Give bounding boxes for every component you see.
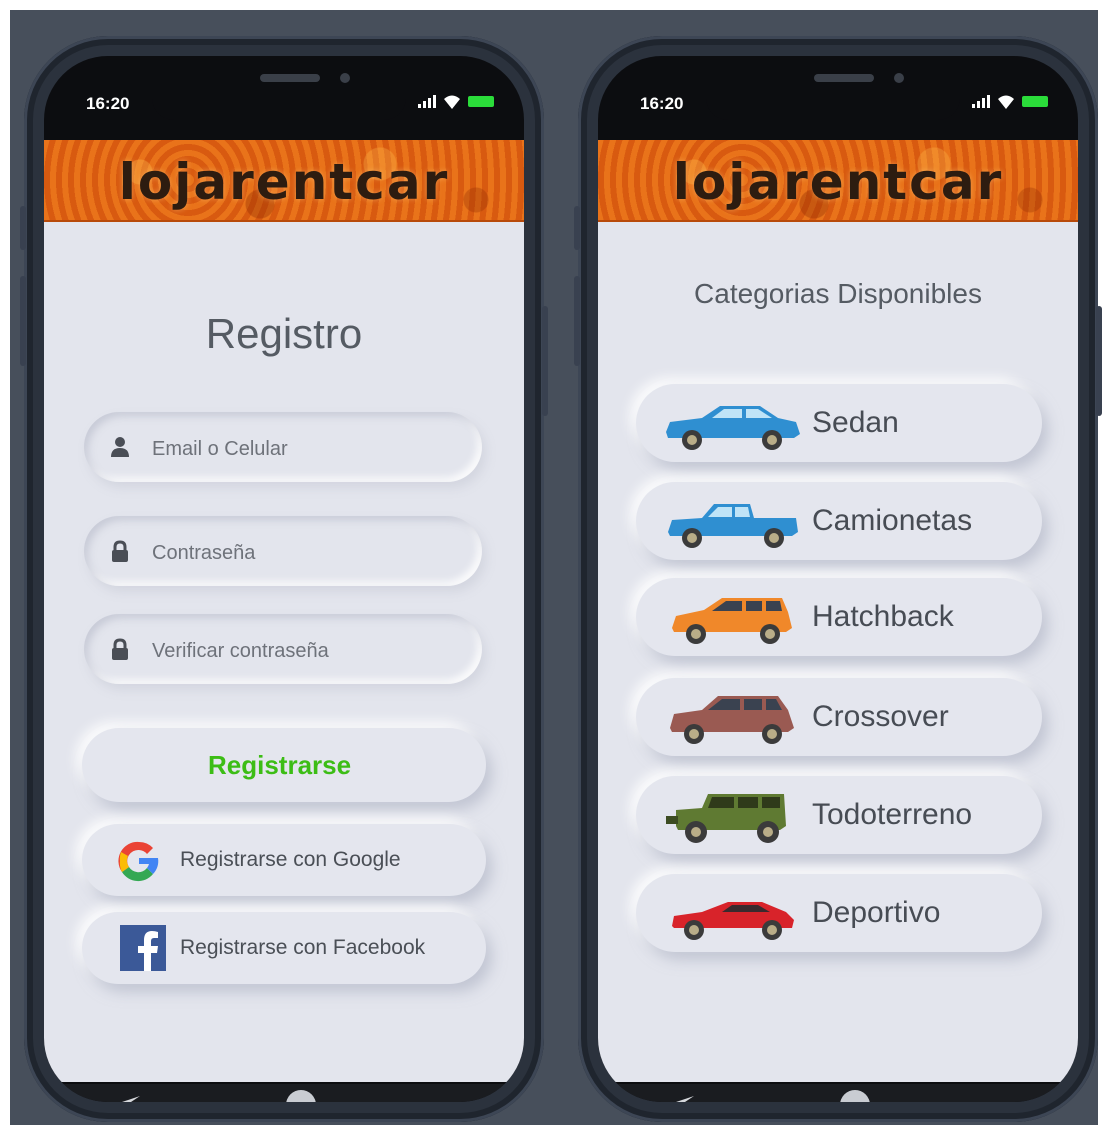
category-camionetas[interactable]: Camionetas	[636, 482, 1042, 560]
category-crossover[interactable]: Crossover	[636, 678, 1042, 756]
navigation-bar	[598, 1084, 1078, 1102]
google-register-label: Registrarse con Google	[180, 848, 401, 871]
system-icons	[418, 92, 498, 112]
phone-categories: 16:20 lojarentcar Categorias Disponibles	[574, 36, 1102, 1122]
phone-side-button	[20, 276, 26, 366]
brand-logo: lojarentcar	[118, 153, 450, 211]
signal-icon	[972, 94, 990, 108]
category-label: Deportivo	[812, 896, 941, 929]
verify-password-input[interactable]	[150, 639, 454, 664]
phone-side-button	[1096, 306, 1102, 416]
category-deportivo[interactable]: Deportivo	[636, 874, 1042, 952]
hatchback-car-icon	[672, 598, 792, 644]
navigation-bar	[44, 1084, 524, 1102]
notch	[152, 56, 406, 120]
sedan-car-icon	[666, 406, 800, 450]
register-screen: Registro Registrarse	[44, 222, 524, 1082]
verify-password-field[interactable]	[84, 614, 482, 684]
facebook-register-label: Registrarse con Facebook	[180, 936, 426, 959]
password-field[interactable]	[84, 516, 482, 586]
camera	[340, 73, 350, 83]
phone-screen: 16:20 lojarentcar Categorias Disponibles	[598, 56, 1078, 1102]
offroad-car-icon	[666, 794, 786, 843]
background: 16:20 lojarentcar Registro Email o Celul…	[10, 10, 1102, 1125]
app-header: lojarentcar	[598, 140, 1078, 222]
register-button-label: Registrarse	[208, 750, 352, 780]
pickup-truck-icon	[668, 504, 798, 548]
wifi-icon	[444, 95, 460, 109]
brand-logo: lojarentcar	[672, 153, 1004, 211]
sports-car-icon	[672, 902, 794, 940]
home-button[interactable]	[840, 1090, 870, 1102]
password-input[interactable]	[150, 541, 454, 566]
email-field[interactable]	[84, 412, 482, 482]
battery-icon	[468, 96, 494, 107]
status-time: 16:20	[640, 94, 684, 113]
facebook-register-button[interactable]: Registrarse con Facebook	[82, 912, 486, 984]
category-label: Camionetas	[812, 504, 973, 537]
speaker	[814, 74, 874, 82]
battery-icon	[1022, 96, 1048, 107]
status-bar: 16:20	[598, 56, 1078, 120]
phone-screen: 16:20 lojarentcar Registro Email o Celul…	[44, 56, 524, 1102]
crossover-car-icon	[670, 696, 794, 744]
speaker	[260, 74, 320, 82]
category-sedan[interactable]: Sedan	[636, 384, 1042, 462]
status-bar: 16:20	[44, 56, 524, 120]
user-icon	[111, 437, 129, 457]
app-header: lojarentcar	[44, 140, 524, 222]
page-title: Categorias Disponibles	[694, 278, 982, 309]
lock-icon	[112, 540, 128, 562]
category-label: Crossover	[812, 700, 949, 733]
camera	[894, 73, 904, 83]
phone-side-button	[574, 206, 580, 250]
system-icons	[972, 92, 1052, 112]
facebook-icon	[120, 925, 166, 971]
lock-icon	[112, 638, 128, 660]
wifi-icon	[998, 95, 1014, 109]
category-label: Sedan	[812, 406, 899, 439]
google-register-button[interactable]: Registrarse con Google	[82, 824, 486, 896]
category-todoterreno[interactable]: Todoterreno	[636, 776, 1042, 854]
email-input[interactable]	[150, 437, 454, 462]
category-label: Hatchback	[812, 600, 954, 633]
register-button[interactable]: Registrarse	[82, 728, 486, 802]
category-label: Todoterreno	[812, 798, 973, 831]
phone-side-button	[542, 306, 548, 416]
back-icon[interactable]	[666, 1094, 696, 1102]
home-button[interactable]	[286, 1090, 316, 1102]
category-hatchback[interactable]: Hatchback	[636, 578, 1042, 656]
categories-screen: Categorias Disponibles Sedan Camionetas …	[598, 222, 1078, 1082]
phone-register: 16:20 lojarentcar Registro Email o Celul…	[20, 36, 548, 1122]
status-time: 16:20	[86, 94, 130, 113]
google-icon	[118, 841, 159, 882]
notch	[706, 56, 960, 120]
page-title: Registro	[205, 310, 363, 357]
phone-side-button	[20, 206, 26, 250]
back-icon[interactable]	[112, 1094, 142, 1102]
phone-side-button	[574, 276, 580, 366]
signal-icon	[418, 94, 436, 108]
